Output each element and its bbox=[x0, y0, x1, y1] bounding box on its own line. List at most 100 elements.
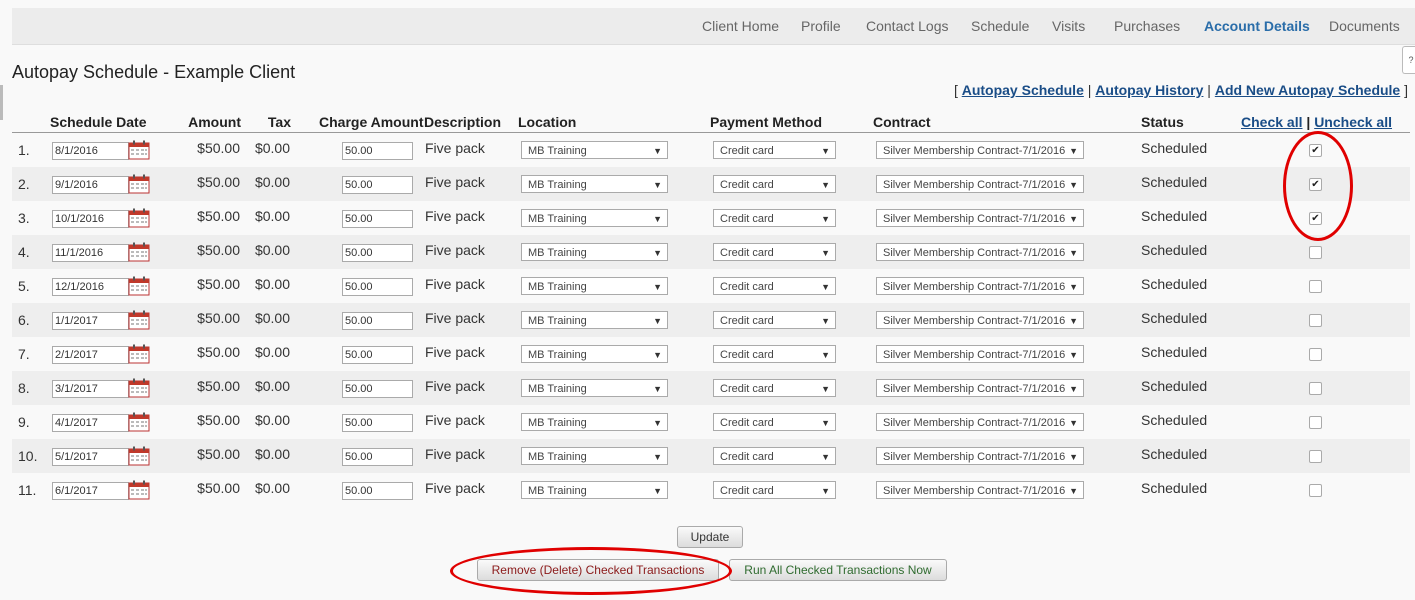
check-all-link[interactable]: Check all bbox=[1241, 114, 1302, 130]
charge-amount-input[interactable] bbox=[342, 244, 413, 262]
charge-amount-input[interactable] bbox=[342, 312, 413, 330]
table-row: 4.$50.00$0.00Five packMB Training▼Credit… bbox=[12, 235, 1410, 269]
contract-select[interactable]: Silver Membership Contract-7/1/2016 ▼ bbox=[876, 379, 1084, 397]
contract-select-value: Silver Membership Contract-7/1/2016 bbox=[883, 451, 1066, 463]
charge-amount-input[interactable] bbox=[342, 482, 413, 500]
contract-select[interactable]: Silver Membership Contract-7/1/2016 ▼ bbox=[876, 311, 1084, 329]
contract-select-value: Silver Membership Contract-7/1/2016 bbox=[883, 179, 1066, 191]
remove-checked-button[interactable]: Remove (Delete) Checked Transactions bbox=[477, 559, 719, 581]
calendar-icon[interactable] bbox=[128, 208, 150, 228]
row-checkbox[interactable]: ✔ bbox=[1309, 212, 1322, 225]
contract-select[interactable]: Silver Membership Contract-7/1/2016 ▼ bbox=[876, 447, 1084, 465]
contract-select[interactable]: Silver Membership Contract-7/1/2016 ▼ bbox=[876, 413, 1084, 431]
location-select[interactable]: MB Training ▼ bbox=[521, 311, 668, 329]
payment-method-select[interactable]: Credit card ▼ bbox=[713, 345, 836, 363]
schedule-date-input[interactable] bbox=[52, 414, 129, 432]
calendar-icon[interactable] bbox=[128, 140, 150, 160]
tab-schedule[interactable]: Schedule bbox=[971, 18, 1029, 34]
schedule-date-input[interactable] bbox=[52, 244, 129, 262]
charge-amount-input[interactable] bbox=[342, 176, 413, 194]
location-select-value: MB Training bbox=[528, 213, 587, 225]
calendar-icon[interactable] bbox=[128, 174, 150, 194]
payment-method-select[interactable]: Credit card ▼ bbox=[713, 481, 836, 499]
add-new-autopay-schedule-link[interactable]: Add New Autopay Schedule bbox=[1215, 82, 1400, 98]
schedule-date-input[interactable] bbox=[52, 448, 129, 466]
calendar-icon[interactable] bbox=[128, 276, 150, 296]
row-checkbox[interactable] bbox=[1309, 246, 1322, 259]
autopay-schedule-link[interactable]: Autopay Schedule bbox=[962, 82, 1084, 98]
contract-select[interactable]: Silver Membership Contract-7/1/2016 ▼ bbox=[876, 481, 1084, 499]
charge-amount-input[interactable] bbox=[342, 278, 413, 296]
row-checkbox[interactable] bbox=[1309, 450, 1322, 463]
location-select[interactable]: MB Training ▼ bbox=[521, 277, 668, 295]
tab-documents[interactable]: Documents bbox=[1329, 18, 1400, 34]
location-select[interactable]: MB Training ▼ bbox=[521, 379, 668, 397]
contract-select[interactable]: Silver Membership Contract-7/1/2016 ▼ bbox=[876, 277, 1084, 295]
charge-amount-input[interactable] bbox=[342, 210, 413, 228]
row-checkbox[interactable]: ✔ bbox=[1309, 144, 1322, 157]
row-checkbox[interactable] bbox=[1309, 382, 1322, 395]
schedule-date-input[interactable] bbox=[52, 346, 129, 364]
contract-select[interactable]: Silver Membership Contract-7/1/2016 ▼ bbox=[876, 175, 1084, 193]
tab-purchases[interactable]: Purchases bbox=[1114, 18, 1180, 34]
location-select[interactable]: MB Training ▼ bbox=[521, 141, 668, 159]
payment-method-select[interactable]: Credit card ▼ bbox=[713, 243, 836, 261]
payment-method-select[interactable]: Credit card ▼ bbox=[713, 413, 836, 431]
location-select[interactable]: MB Training ▼ bbox=[521, 209, 668, 227]
location-select[interactable]: MB Training ▼ bbox=[521, 447, 668, 465]
calendar-icon[interactable] bbox=[128, 344, 150, 364]
calendar-icon[interactable] bbox=[128, 378, 150, 398]
tab-contact-logs[interactable]: Contact Logs bbox=[866, 18, 949, 34]
payment-method-select[interactable]: Credit card ▼ bbox=[713, 175, 836, 193]
row-checkbox[interactable] bbox=[1309, 348, 1322, 361]
schedule-date-input[interactable] bbox=[52, 312, 129, 330]
payment-method-select[interactable]: Credit card ▼ bbox=[713, 379, 836, 397]
row-checkbox[interactable] bbox=[1309, 484, 1322, 497]
payment-method-select[interactable]: Credit card ▼ bbox=[713, 209, 836, 227]
calendar-icon[interactable] bbox=[128, 242, 150, 262]
calendar-icon[interactable] bbox=[128, 480, 150, 500]
row-checkbox[interactable] bbox=[1309, 416, 1322, 429]
schedule-date-input[interactable] bbox=[52, 278, 129, 296]
tab-profile[interactable]: Profile bbox=[801, 18, 841, 34]
schedule-date-input[interactable] bbox=[52, 142, 129, 160]
tab-account-details[interactable]: Account Details bbox=[1204, 18, 1310, 34]
payment-method-select[interactable]: Credit card ▼ bbox=[713, 277, 836, 295]
charge-amount-input[interactable] bbox=[342, 414, 413, 432]
charge-amount-input[interactable] bbox=[342, 142, 413, 160]
location-select[interactable]: MB Training ▼ bbox=[521, 243, 668, 261]
top-navigation: Client Home Profile Contact Logs Schedul… bbox=[12, 8, 1415, 45]
schedule-date-input[interactable] bbox=[52, 482, 129, 500]
row-checkbox[interactable] bbox=[1309, 314, 1322, 327]
location-select[interactable]: MB Training ▼ bbox=[521, 345, 668, 363]
contract-select[interactable]: Silver Membership Contract-7/1/2016 ▼ bbox=[876, 141, 1084, 159]
contract-select[interactable]: Silver Membership Contract-7/1/2016 ▼ bbox=[876, 243, 1084, 261]
help-button[interactable]: ? bbox=[1402, 46, 1415, 74]
autopay-history-link[interactable]: Autopay History bbox=[1095, 82, 1203, 98]
contract-select[interactable]: Silver Membership Contract-7/1/2016 ▼ bbox=[876, 209, 1084, 227]
row-checkbox[interactable] bbox=[1309, 280, 1322, 293]
header-location: Location bbox=[518, 114, 577, 130]
payment-method-select[interactable]: Credit card ▼ bbox=[713, 311, 836, 329]
calendar-icon[interactable] bbox=[128, 446, 150, 466]
contract-select[interactable]: Silver Membership Contract-7/1/2016 ▼ bbox=[876, 345, 1084, 363]
tab-client-home[interactable]: Client Home bbox=[702, 18, 779, 34]
run-checked-button[interactable]: Run All Checked Transactions Now bbox=[729, 559, 947, 581]
schedule-date-input[interactable] bbox=[52, 210, 129, 228]
charge-amount-input[interactable] bbox=[342, 346, 413, 364]
tab-visits[interactable]: Visits bbox=[1052, 18, 1085, 34]
charge-amount-input[interactable] bbox=[342, 380, 413, 398]
location-select[interactable]: MB Training ▼ bbox=[521, 481, 668, 499]
row-checkbox[interactable]: ✔ bbox=[1309, 178, 1322, 191]
location-select[interactable]: MB Training ▼ bbox=[521, 413, 668, 431]
payment-method-select[interactable]: Credit card ▼ bbox=[713, 141, 836, 159]
schedule-date-input[interactable] bbox=[52, 176, 129, 194]
charge-amount-input[interactable] bbox=[342, 448, 413, 466]
location-select[interactable]: MB Training ▼ bbox=[521, 175, 668, 193]
calendar-icon[interactable] bbox=[128, 412, 150, 432]
calendar-icon[interactable] bbox=[128, 310, 150, 330]
update-button[interactable]: Update bbox=[677, 526, 743, 548]
schedule-date-input[interactable] bbox=[52, 380, 129, 398]
uncheck-all-link[interactable]: Uncheck all bbox=[1314, 114, 1392, 130]
payment-method-select[interactable]: Credit card ▼ bbox=[713, 447, 836, 465]
